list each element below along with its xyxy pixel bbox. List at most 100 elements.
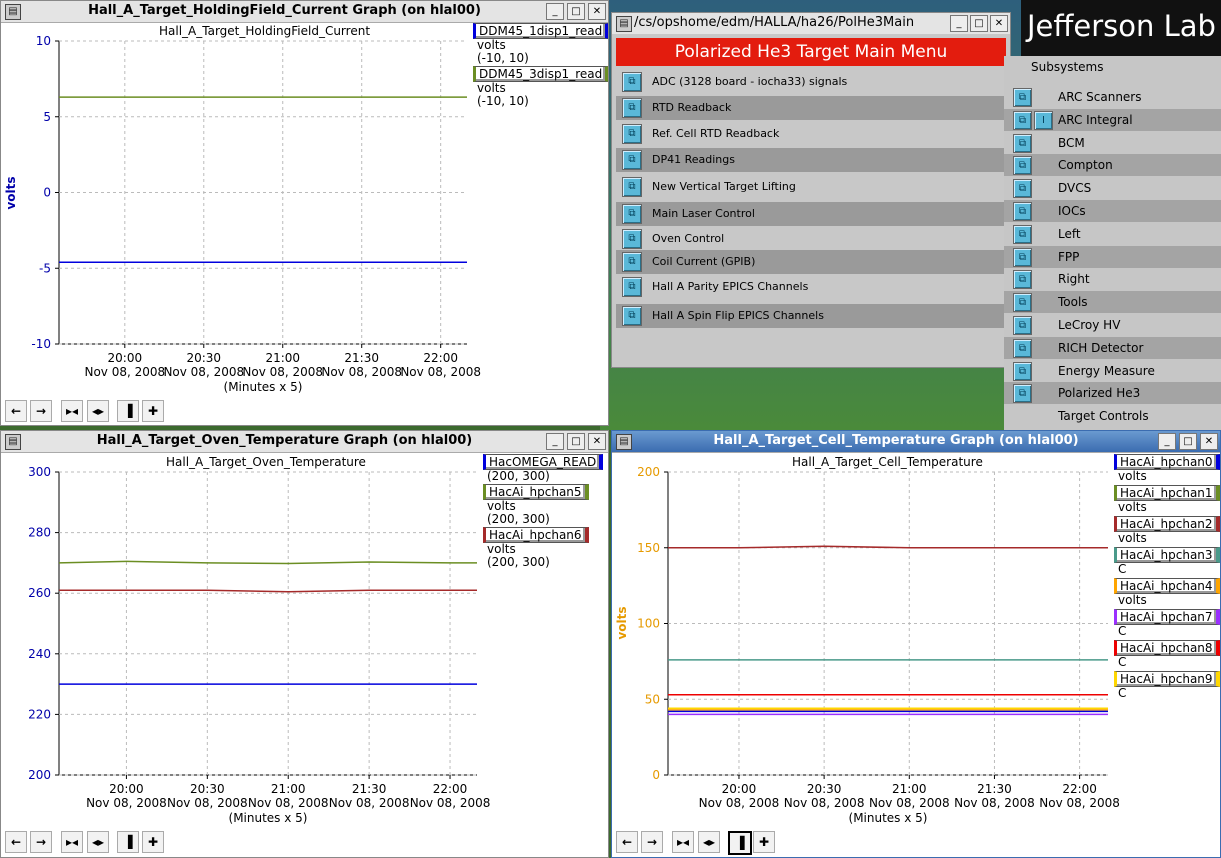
open-window-icon[interactable]: ⧉ — [1013, 133, 1032, 153]
open-window-icon[interactable]: ⧉ — [1013, 293, 1032, 313]
subsystem-item[interactable]: ⧉ I ARC Integral — [1004, 108, 1221, 131]
right-arrow-icon[interactable]: → — [30, 831, 52, 853]
subsystem-item[interactable]: Target Controls — [1004, 405, 1221, 427]
subsystem-item[interactable]: ⧉ LeCroy HV — [1004, 314, 1221, 336]
open-window-icon[interactable]: ⧉ — [1013, 88, 1032, 107]
open-window-icon[interactable]: ⧉ — [1013, 316, 1032, 335]
maximize-icon[interactable]: □ — [970, 15, 988, 32]
open-window-icon[interactable]: ⧉ — [1013, 110, 1032, 130]
open-window-icon[interactable]: ⧉ — [622, 306, 642, 326]
pin-icon[interactable]: ▐ — [117, 831, 139, 853]
oven-temperature-graph-window[interactable]: ▤ Hall_A_Target_Oven_Temperature Graph (… — [0, 430, 609, 858]
legend-name[interactable]: HacAi_hpchan7 — [1114, 609, 1220, 625]
left-arrow-icon[interactable]: ← — [5, 400, 27, 422]
open-window-icon[interactable]: ⧉ — [622, 204, 642, 224]
open-window-icon[interactable]: ⧉ — [622, 124, 642, 144]
subsystem-label: Polarized He3 — [1058, 386, 1141, 401]
subsystem-item[interactable]: ⧉ Polarized He3 — [1004, 382, 1221, 405]
legend-name[interactable]: DDM45_1disp1_read — [473, 23, 608, 39]
polhe3-main-menu-window[interactable]: ▤ /cs/opshome/edm/HALLA/ha26/PolHe3Main … — [611, 12, 1011, 368]
legend-name[interactable]: HacAi_hpchan5 — [483, 484, 589, 500]
subsystem-item[interactable]: ⧉ Energy Measure — [1004, 360, 1221, 382]
minimize-icon[interactable]: _ — [950, 15, 968, 32]
open-window-icon[interactable]: ⧉ — [1013, 156, 1032, 176]
menu-item[interactable]: ⧉ Coil Current (GPIB) — [616, 250, 1004, 274]
window-menu-icon[interactable]: ▤ — [616, 16, 632, 32]
menu-item[interactable]: ⧉ Hall A Parity EPICS Channels — [616, 275, 1004, 299]
open-window-icon[interactable]: ⧉ — [622, 229, 642, 249]
menu-item[interactable]: ⧉ New Vertical Target Lifting — [616, 175, 1004, 199]
x-tick-label: 20:00 — [108, 351, 143, 365]
open-window-icon[interactable]: ⧉ — [1013, 224, 1032, 244]
menu-item-label: DP41 Readings — [652, 153, 735, 166]
x-tick-label: 21:00 — [271, 782, 306, 796]
menu-item[interactable]: ⧉ DP41 Readings — [616, 148, 1004, 172]
menu-item[interactable]: ⧉ Main Laser Control — [616, 202, 1004, 226]
subsystem-item[interactable]: ⧉ BCM — [1004, 132, 1221, 154]
subsystem-label: RICH Detector — [1058, 340, 1144, 355]
open-window-icon[interactable]: ⧉ — [622, 252, 642, 272]
subsystem-item[interactable]: ⧉ Compton — [1004, 154, 1221, 177]
open-window-icon[interactable]: ⧉ — [1013, 361, 1032, 381]
subsystem-item[interactable]: ⧉ IOCs — [1004, 200, 1221, 222]
pin-icon[interactable]: ▐ — [117, 400, 139, 422]
open-window-icon[interactable]: ⧉ — [622, 177, 642, 197]
holding-field-graph-window[interactable]: ▤ Hall_A_Target_HoldingField_Current Gra… — [0, 0, 609, 426]
menu-item[interactable]: ⧉ Oven Control — [616, 227, 1004, 251]
open-window-icon[interactable]: ⧉ — [1013, 384, 1032, 404]
subsystem-item[interactable]: ⧉ Right — [1004, 268, 1221, 290]
legend-name[interactable]: HacAi_hpchan2 — [1114, 516, 1220, 532]
cell-temperature-graph-window[interactable]: ▤ Hall_A_Target_Cell_Temperature Graph (… — [611, 430, 1221, 858]
window-titlebar[interactable]: ▤ /cs/opshome/edm/HALLA/ha26/PolHe3Main … — [612, 13, 1010, 35]
left-arrow-icon[interactable]: ← — [5, 831, 27, 853]
legend-units: volts — [1118, 531, 1147, 545]
open-window-icon[interactable]: ⧉ — [622, 150, 642, 170]
legend-name[interactable]: HacAi_hpchan8 — [1114, 640, 1220, 656]
subsystem-item[interactable]: ⧉ Tools — [1004, 291, 1221, 314]
right-arrow-icon[interactable]: → — [641, 831, 663, 853]
subsystem-item[interactable]: ⧉ RICH Detector — [1004, 336, 1221, 359]
legend-name[interactable]: HacAi_hpchan0 — [1114, 454, 1220, 470]
legend-name[interactable]: HacAi_hpchan1 — [1114, 485, 1220, 501]
legend-entry: DDM45_1disp1_read volts (-10, 10) — [473, 23, 608, 65]
open-window-icon[interactable]: ⧉ — [1013, 338, 1032, 358]
legend-name[interactable]: HacAi_hpchan9 — [1114, 671, 1220, 687]
right-arrow-icon[interactable]: → — [30, 400, 52, 422]
open-window-icon[interactable]: ⧉ — [1013, 202, 1032, 221]
open-window-icon[interactable]: ⧉ — [1013, 270, 1032, 290]
legend-units: C — [1118, 624, 1127, 638]
open-window-icon[interactable]: ⧉ — [622, 277, 642, 297]
subsystem-item[interactable]: ⧉ DVCS — [1004, 177, 1221, 199]
subsystem-label: Compton — [1058, 158, 1113, 173]
menu-item[interactable]: ⧉ Ref. Cell RTD Readback — [616, 122, 1004, 146]
subsystem-item[interactable]: ⧉ FPP — [1004, 245, 1221, 268]
legend-name[interactable]: DDM45_3disp1_read — [473, 66, 608, 82]
window-title: /cs/opshome/edm/HALLA/ha26/PolHe3Main — [634, 15, 915, 30]
menu-item[interactable]: ⧉ Hall A Spin Flip EPICS Channels — [616, 304, 1004, 328]
add-icon[interactable]: ✚ — [142, 400, 164, 422]
zoom-out-x-icon[interactable]: ◂▸ — [87, 831, 109, 853]
subsystem-item[interactable]: ⧉ ARC Scanners — [1004, 86, 1221, 108]
open-window-icon[interactable]: ⧉ — [1013, 179, 1032, 199]
legend-name[interactable]: HacAi_hpchan4 — [1114, 578, 1220, 594]
menu-item[interactable]: ⧉ ADC (3128 board - iocha33) signals — [616, 70, 1004, 94]
legend-name[interactable]: HacAi_hpchan3 — [1114, 547, 1220, 563]
legend-name[interactable]: HacOMEGA_READ — [483, 454, 604, 470]
subsystem-item[interactable]: ⧉ Left — [1004, 223, 1221, 245]
zoom-in-x-icon[interactable]: ▸◂ — [61, 400, 83, 422]
add-icon[interactable]: ✚ — [753, 831, 775, 853]
open-window-icon[interactable]: ⧉ — [622, 72, 642, 92]
legend-name[interactable]: HacAi_hpchan6 — [483, 527, 589, 543]
zoom-out-x-icon[interactable]: ◂▸ — [87, 400, 109, 422]
zoom-in-x-icon[interactable]: ▸◂ — [672, 831, 694, 853]
add-icon[interactable]: ✚ — [142, 831, 164, 853]
y-tick-label: 0 — [652, 768, 660, 782]
zoom-out-x-icon[interactable]: ◂▸ — [698, 831, 720, 853]
pin-icon[interactable]: ▐ — [728, 831, 752, 855]
menu-item[interactable]: ⧉ RTD Readback — [616, 96, 1004, 120]
close-icon[interactable]: ✕ — [990, 15, 1008, 32]
zoom-in-x-icon[interactable]: ▸◂ — [61, 831, 83, 853]
open-window-icon[interactable]: ⧉ — [622, 98, 642, 118]
left-arrow-icon[interactable]: ← — [616, 831, 638, 853]
open-window-icon[interactable]: ⧉ — [1013, 247, 1032, 267]
